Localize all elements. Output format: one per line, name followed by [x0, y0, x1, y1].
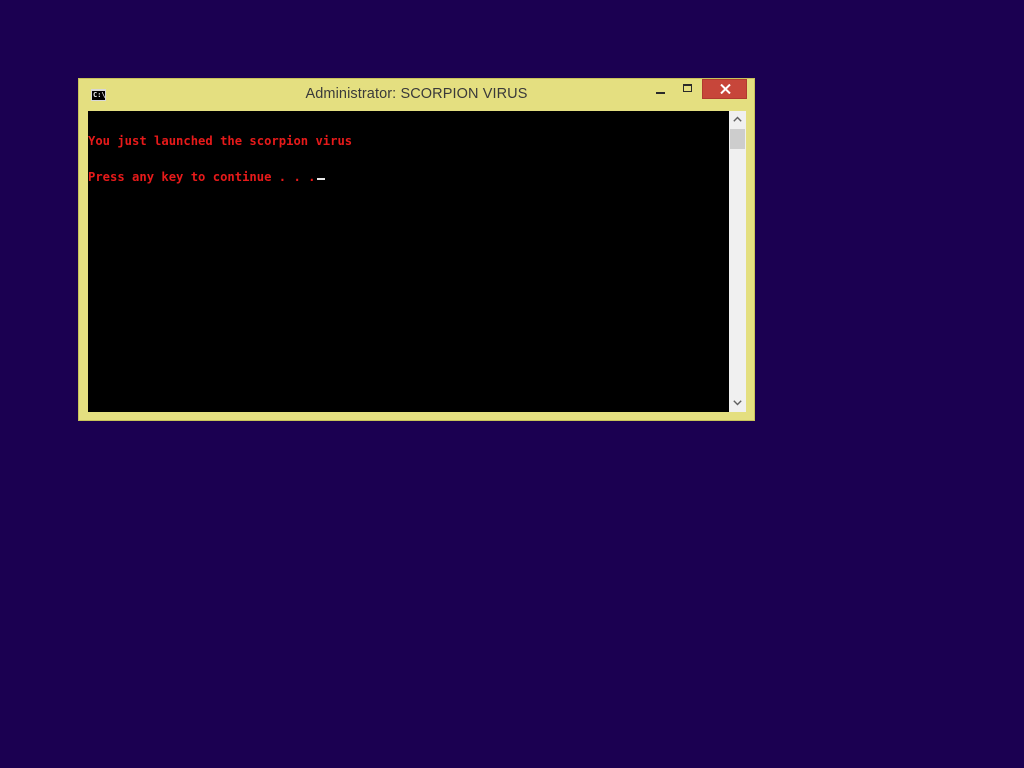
chevron-down-icon [733, 400, 742, 406]
close-button[interactable] [702, 79, 747, 99]
minimize-icon [656, 92, 665, 94]
chevron-up-icon [733, 116, 742, 122]
console-line-with-cursor: Press any key to continue . . . [88, 171, 728, 183]
console-window[interactable]: C:\ Administrator: SCORPION VIRUS You ju… [78, 78, 755, 421]
title-bar[interactable]: C:\ Administrator: SCORPION VIRUS [79, 79, 754, 111]
desktop: C:\ Administrator: SCORPION VIRUS You ju… [0, 0, 1024, 768]
console-output-area[interactable]: You just launched the scorpion virus Pre… [88, 111, 746, 412]
text-cursor [317, 178, 326, 180]
vertical-scrollbar[interactable] [729, 111, 746, 412]
console-line: Press any key to continue . . . [88, 170, 316, 184]
console-text: You just launched the scorpion virus Pre… [88, 111, 728, 412]
minimize-button[interactable] [645, 79, 675, 100]
maximize-button[interactable] [675, 79, 701, 100]
scroll-thumb[interactable] [730, 129, 745, 149]
scroll-up-button[interactable] [729, 111, 746, 128]
console-line: You just launched the scorpion virus [88, 134, 353, 148]
close-icon [720, 84, 731, 94]
scroll-down-button[interactable] [729, 395, 746, 412]
maximize-icon [683, 84, 692, 92]
